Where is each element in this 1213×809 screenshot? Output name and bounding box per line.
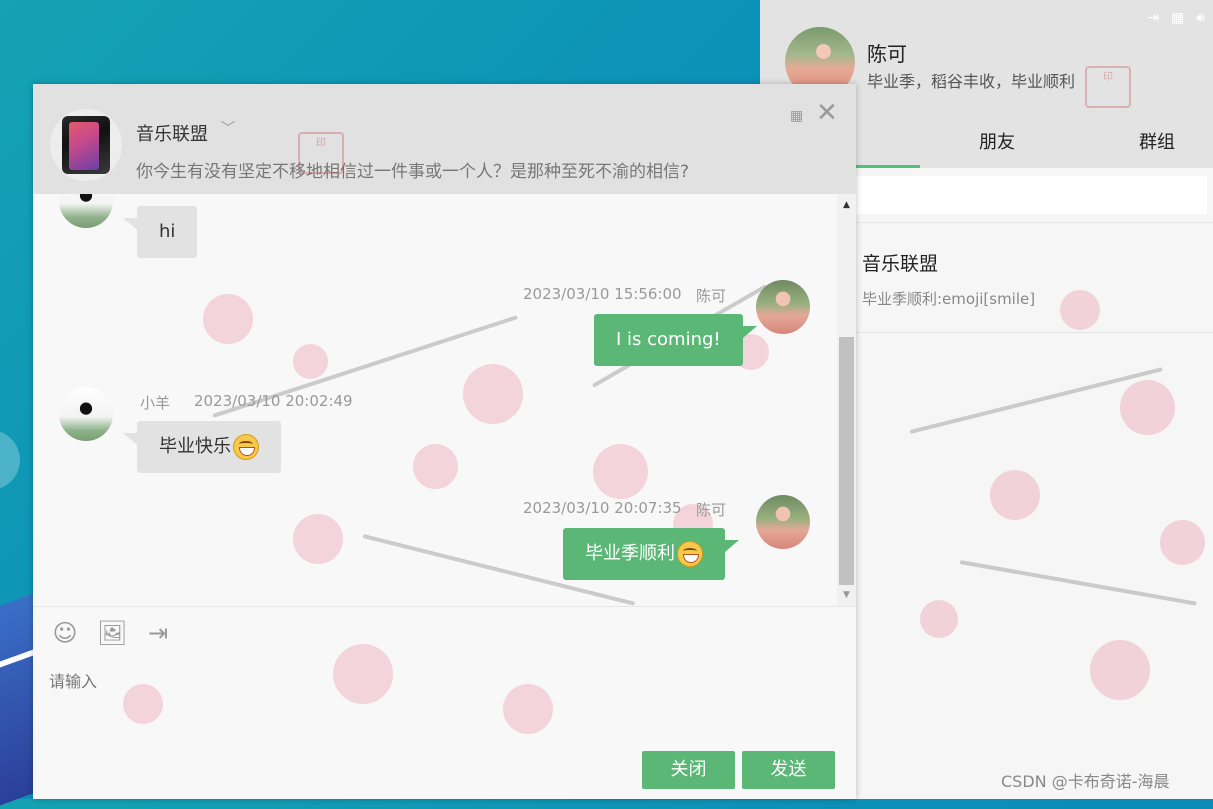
message-bubble: I is coming! bbox=[594, 314, 757, 366]
user-name: 陈可 bbox=[867, 42, 907, 66]
group-name: 音乐联盟 bbox=[136, 124, 208, 145]
qrcode-icon[interactable]: ▦ bbox=[1171, 10, 1184, 26]
message-list: hi 2023/03/10 15:56:00 陈可 I is coming! 小… bbox=[33, 194, 836, 606]
message-sender: 小羊 bbox=[140, 394, 171, 412]
top-icons: ⇥ ▦ 🔊︎ bbox=[1147, 10, 1205, 26]
image-icon[interactable]: 🖼︎ bbox=[97, 619, 127, 647]
conversation-name: 音乐联盟 bbox=[862, 253, 939, 275]
message-text: 毕业快乐 bbox=[159, 436, 231, 457]
group-description: 你今生有没有坚定不移地相信过一件事或一个人？是那种至死不渝的相信? bbox=[136, 162, 690, 182]
message-bubble: hi bbox=[122, 206, 198, 258]
volume-icon[interactable]: 🔊︎ bbox=[1196, 10, 1205, 26]
tab-friends[interactable]: 朋友 bbox=[979, 128, 1015, 154]
send-button[interactable]: 发送 bbox=[742, 751, 835, 789]
chat-window: 音乐联盟 ﹀ 你今生有没有坚定不移地相信过一件事或一个人？是那种至死不渝的相信?… bbox=[33, 84, 856, 799]
search-input[interactable] bbox=[855, 176, 1207, 214]
background-blossom bbox=[1120, 380, 1175, 435]
close-button[interactable]: 关闭 bbox=[642, 751, 735, 789]
group-avatar[interactable] bbox=[50, 109, 122, 181]
tab-groups[interactable]: 群组 bbox=[1139, 128, 1175, 154]
chevron-down-icon[interactable]: ﹀ bbox=[221, 118, 235, 138]
message-time: 2023/03/10 20:07:35 bbox=[523, 499, 682, 517]
scroll-thumb[interactable] bbox=[839, 337, 854, 585]
message-bubble: 毕业快乐 bbox=[123, 421, 281, 473]
message-time: 2023/03/10 20:02:49 bbox=[194, 392, 353, 410]
grin-emoji-icon bbox=[677, 541, 703, 567]
background-blossom bbox=[1160, 520, 1205, 565]
divider bbox=[33, 606, 856, 607]
message-text: 毕业季顺利 bbox=[585, 543, 675, 564]
scroll-down-arrow-icon[interactable]: ▼ bbox=[837, 584, 856, 606]
phone-image bbox=[62, 116, 110, 174]
close-icon[interactable]: ✕ bbox=[816, 98, 838, 128]
background-blossom bbox=[990, 470, 1040, 520]
avatar[interactable] bbox=[756, 280, 810, 334]
scroll-up-arrow-icon[interactable]: ▲ bbox=[837, 194, 856, 216]
avatar[interactable] bbox=[756, 495, 810, 549]
file-icon[interactable]: ⇥ bbox=[144, 619, 172, 647]
emoji-icon[interactable]: ☺ bbox=[51, 619, 79, 647]
message-time: 2023/03/10 15:56:00 bbox=[523, 285, 682, 303]
message-sender: 陈可 bbox=[696, 501, 727, 519]
seal-stamp: 印 bbox=[1085, 66, 1131, 108]
seal-stamp: 印 bbox=[298, 132, 344, 174]
background-branch bbox=[959, 560, 1197, 606]
background-blossom bbox=[1060, 290, 1100, 330]
message-bubble: 毕业季顺利 bbox=[563, 528, 739, 580]
message-sender: 陈可 bbox=[696, 287, 727, 305]
message-input[interactable] bbox=[47, 667, 831, 695]
background-blossom bbox=[920, 600, 958, 638]
desktop-decoration bbox=[0, 430, 20, 490]
exit-icon[interactable]: ⇥ bbox=[1147, 10, 1159, 26]
scrollbar[interactable]: ▲ ▼ bbox=[837, 194, 856, 606]
user-signature: 毕业季，稻谷丰收，毕业顺利 bbox=[867, 72, 1076, 91]
background-blossom bbox=[1090, 640, 1150, 700]
watermark: CSDN @卡布奇诺-海晨 bbox=[1001, 772, 1170, 791]
grin-emoji-icon bbox=[233, 434, 259, 460]
chat-header: 音乐联盟 ﹀ 你今生有没有坚定不移地相信过一件事或一个人？是那种至死不渝的相信?… bbox=[33, 84, 856, 194]
qrcode-icon[interactable]: ▦ bbox=[790, 108, 803, 124]
conversation-last-message: 毕业季顺利:emoji[smile] bbox=[862, 290, 1036, 308]
divider bbox=[855, 332, 1213, 333]
avatar[interactable] bbox=[59, 387, 113, 441]
avatar[interactable] bbox=[59, 194, 113, 228]
